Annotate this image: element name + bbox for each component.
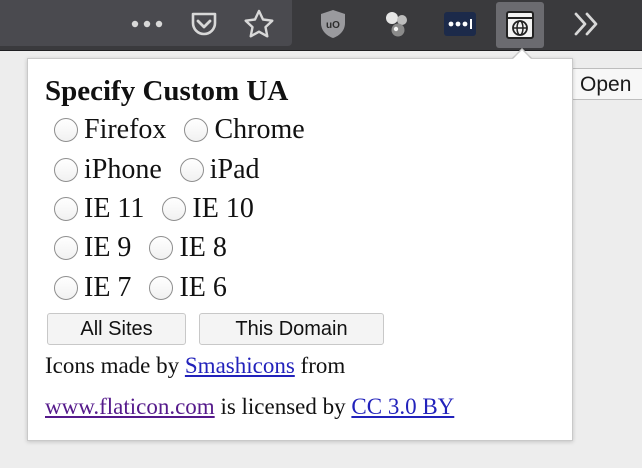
password-manager-button[interactable] [439, 3, 481, 45]
option-row: IE 9 IE 8 [54, 231, 245, 265]
license-link[interactable]: CC 3.0 BY [351, 394, 454, 419]
user-agent-switcher-button[interactable] [496, 2, 544, 48]
option-label: IE 8 [179, 232, 227, 263]
credit-text: Icons made by [45, 353, 185, 378]
toolbar-tooltip: Open [571, 68, 642, 100]
option-iphone[interactable]: iPhone [54, 153, 162, 187]
user-agent-popup: Specify Custom UA Firefox Chrome iPhone … [27, 58, 573, 441]
popup-title: Specify Custom UA [45, 75, 289, 107]
option-label: IE 9 [84, 232, 132, 263]
svg-text:uO: uO [326, 20, 340, 31]
option-row: Firefox Chrome [54, 113, 323, 147]
pocket-button[interactable] [183, 3, 225, 45]
option-label: Chrome [214, 114, 305, 145]
option-label: Firefox [84, 114, 167, 145]
overflow-chevron-icon [574, 12, 598, 36]
option-firefox[interactable]: Firefox [54, 113, 166, 147]
ie9-radio[interactable] [54, 236, 78, 260]
option-row: IE 11 IE 10 [54, 192, 272, 226]
option-label: IE 10 [192, 193, 254, 224]
toolbar-divider [0, 50, 642, 51]
ie7-radio[interactable] [54, 276, 78, 300]
browser-toolbar: uO [0, 0, 642, 50]
more-icon [131, 20, 163, 28]
option-ie7[interactable]: IE 7 [54, 271, 131, 305]
option-row: iPhone iPad [54, 153, 278, 187]
extension-button[interactable] [376, 3, 418, 45]
flaticon-link[interactable]: www.flaticon.com [45, 394, 215, 419]
option-label: IE 7 [84, 272, 132, 303]
bookmark-button[interactable] [238, 3, 280, 45]
option-chrome[interactable]: Chrome [184, 113, 305, 147]
popup-arrow-fill [512, 50, 532, 60]
page-actions-button[interactable] [126, 3, 168, 45]
ie8-radio[interactable] [149, 236, 174, 260]
credit-line-2: www.flaticon.com is licensed by CC 3.0 B… [45, 394, 454, 420]
option-ie11[interactable]: IE 11 [54, 192, 144, 226]
option-label: iPad [209, 154, 260, 185]
ie11-radio[interactable] [54, 197, 78, 221]
credit-text: is licensed by [214, 394, 352, 419]
this-domain-button[interactable]: This Domain [199, 313, 384, 345]
option-ie10[interactable]: IE 10 [162, 192, 254, 226]
option-ie9[interactable]: IE 9 [54, 231, 131, 265]
option-ipad[interactable]: iPad [179, 153, 260, 187]
ublock-icon: uO [321, 10, 345, 38]
ublock-button[interactable]: uO [312, 3, 354, 45]
ipad-radio[interactable] [179, 158, 204, 182]
firefox-radio[interactable] [54, 118, 78, 142]
option-label: IE 6 [179, 272, 227, 303]
ie10-radio[interactable] [162, 197, 187, 221]
smashicons-link[interactable]: Smashicons [185, 353, 295, 378]
password-manager-icon [444, 12, 476, 36]
iphone-radio[interactable] [54, 158, 78, 182]
bookmark-star-icon [244, 9, 274, 38]
ie6-radio[interactable] [149, 276, 174, 300]
option-label: IE 11 [84, 193, 145, 224]
overflow-menu-button[interactable] [566, 3, 608, 45]
pocket-icon [191, 12, 217, 36]
user-agent-switcher-icon [506, 11, 534, 39]
chrome-radio[interactable] [184, 118, 209, 142]
extension-dots-icon [386, 12, 407, 37]
option-label: iPhone [84, 154, 162, 185]
option-ie6[interactable]: IE 6 [149, 271, 227, 305]
option-ie8[interactable]: IE 8 [149, 231, 227, 265]
option-row: IE 7 IE 6 [54, 271, 245, 305]
credit-text: from [294, 353, 346, 378]
all-sites-button[interactable]: All Sites [47, 313, 186, 345]
credit-line-1: Icons made by Smashicons from [45, 353, 345, 379]
